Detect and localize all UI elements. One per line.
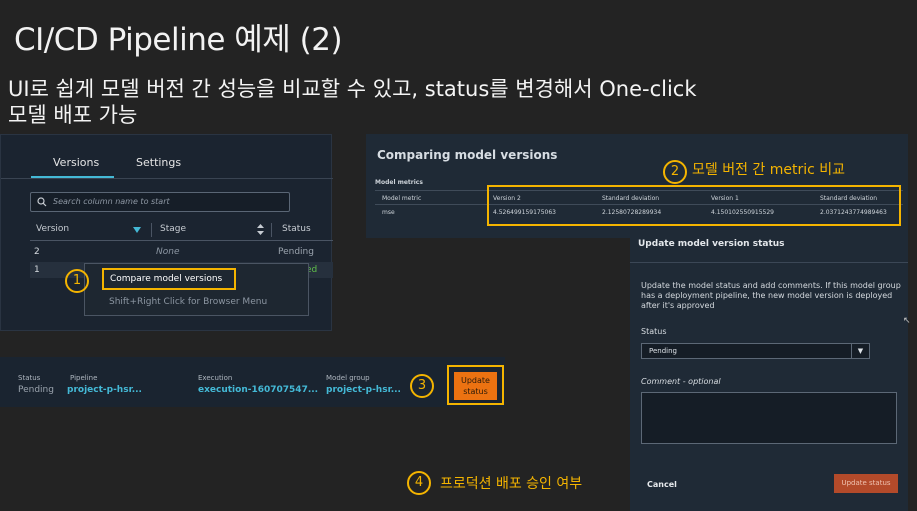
versions-panel: Versions Settings Search column name to …	[0, 134, 333, 331]
update-status-button[interactable]: Update status	[454, 372, 497, 400]
metric-name: mse	[382, 209, 395, 216]
status-select-value: Pending	[649, 347, 677, 355]
step-marker-1: 1	[65, 269, 89, 293]
status-label: Status	[641, 327, 667, 336]
update-status-submit-button[interactable]: Update status	[834, 474, 898, 493]
column-stage[interactable]: Stage	[160, 224, 186, 234]
column-version[interactable]: Version	[36, 224, 69, 234]
status-select[interactable]: Pending ▼	[641, 343, 870, 359]
slide-subtitle: UI로 쉽게 모델 버전 간 성능을 비교할 수 있고, status를 변경해…	[8, 76, 908, 128]
context-menu: Compare model versions Shift+Right Click…	[84, 263, 309, 316]
slide-title: CI/CD Pipeline 예제 (2)	[14, 22, 343, 58]
model-group-label: Model group	[326, 374, 370, 382]
active-tab-indicator	[31, 176, 114, 178]
dialog-title: Update model version status	[638, 239, 785, 249]
sort-desc-icon[interactable]	[133, 227, 141, 233]
sort-icon[interactable]	[257, 224, 264, 235]
execution-link[interactable]: execution-160707547...	[198, 385, 318, 395]
pipeline-label: Pipeline	[70, 374, 98, 382]
tab-settings[interactable]: Settings	[136, 156, 181, 169]
tabs-divider	[1, 178, 333, 179]
table-row[interactable]: 2 None Pending	[30, 243, 333, 259]
update-status-highlight: Update status	[447, 365, 504, 405]
model-metrics-heading: Model metrics	[375, 179, 423, 186]
dialog-description: Update the model status and add comments…	[641, 281, 901, 310]
cancel-button[interactable]: Cancel	[647, 480, 677, 489]
update-status-dialog: Update model version status Update the m…	[630, 234, 908, 511]
comment-textarea[interactable]	[641, 392, 897, 444]
subtitle-line-1: UI로 쉽게 모델 버전 간 성능을 비교할 수 있고, status를 변경해…	[8, 77, 697, 101]
execution-label: Execution	[198, 374, 233, 382]
annotation-production-approval: 프로덕션 배포 승인 여부	[440, 476, 583, 492]
metric-highlight	[487, 185, 901, 226]
search-icon	[37, 197, 47, 207]
compare-model-versions-item[interactable]: Compare model versions	[102, 268, 236, 290]
search-input[interactable]: Search column name to start	[30, 192, 290, 212]
subtitle-line-2: 모델 배포 가능	[8, 103, 138, 127]
step-marker-3: 3	[410, 374, 434, 398]
step-marker-2: 2	[663, 160, 687, 184]
status-value: Pending	[18, 385, 54, 395]
step-marker-4: 4	[407, 471, 431, 495]
header-model-metric: Model metric	[382, 195, 422, 202]
chevron-down-icon: ▼	[851, 344, 869, 358]
annotation-metric-compare: 모델 버전 간 metric 비교	[692, 162, 846, 178]
pipeline-link[interactable]: project-p-hsr...	[67, 385, 142, 395]
browser-menu-hint: Shift+Right Click for Browser Menu	[109, 297, 268, 307]
tab-versions[interactable]: Versions	[53, 156, 99, 169]
search-placeholder: Search column name to start	[53, 197, 170, 206]
mouse-cursor-icon: ↖	[903, 316, 911, 326]
status-label: Status	[18, 374, 41, 382]
comment-label: Comment - optional	[641, 377, 721, 386]
column-status[interactable]: Status	[282, 224, 311, 234]
compare-title: Comparing model versions	[377, 148, 558, 162]
compare-panel: Comparing model versions Model metrics M…	[366, 134, 908, 238]
model-group-link[interactable]: project-p-hsr...	[326, 385, 401, 395]
